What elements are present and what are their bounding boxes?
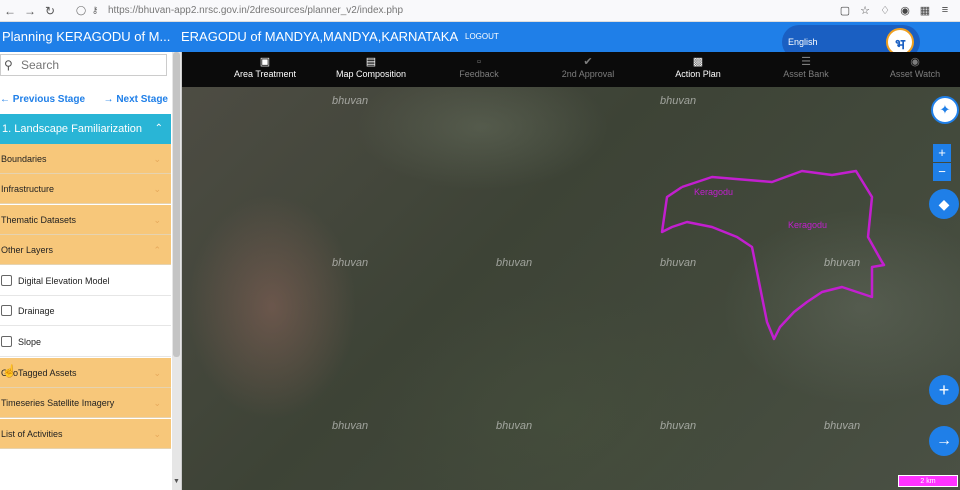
layer-group-timeseries-imagery[interactable]: Timeseries Satellite Imagery ⌄: [0, 388, 171, 418]
second-approval-button[interactable]: ✔ 2nd Approval: [556, 55, 620, 85]
area-treatment-button[interactable]: ▣ Area Treatment: [230, 55, 300, 85]
asset-bank-button[interactable]: ☰ Asset Bank: [776, 55, 836, 85]
address-bar[interactable]: ◯ ⚷ https://bhuvan-app2.nrsc.gov.in/2dre…: [74, 2, 714, 20]
layer-group-other-layers[interactable]: Other Layers ⌃: [0, 235, 171, 265]
back-arrow-icon[interactable]: ←: [0, 4, 20, 18]
layer-group-list-of-activities[interactable]: List of Activities ⌄: [0, 419, 171, 449]
layer-drainage[interactable]: Drainage: [0, 296, 171, 326]
zoom-out-button[interactable]: −: [933, 163, 951, 181]
layer-checkbox[interactable]: [1, 275, 12, 286]
layer-group-boundaries[interactable]: Boundaries ⌄: [0, 144, 171, 174]
menu-icon[interactable]: ≡: [938, 4, 952, 17]
zoom-in-button[interactable]: +: [933, 144, 951, 162]
satellite-map[interactable]: bhuvan bhuvan bhuvan bhuvan bhuvan bhuva…: [182, 87, 960, 490]
reader-view-icon[interactable]: ▢: [838, 4, 852, 17]
sidebar-scrollbar[interactable]: ▼: [172, 52, 181, 490]
chat-icon: ▫: [477, 56, 481, 68]
scale-bar: 2 km: [898, 475, 958, 487]
layers-icon[interactable]: ◆: [929, 189, 959, 219]
chevron-down-icon: ⌄: [153, 398, 161, 408]
chevron-down-icon: ⌄: [153, 184, 161, 194]
sidebar: ⚲ ← Previous Stage → Next Stage 1. Lands…: [0, 52, 182, 490]
search-box: ⚲: [0, 54, 167, 76]
feedback-button[interactable]: ▫ Feedback: [454, 55, 504, 85]
compass-icon[interactable]: ✦: [931, 96, 959, 124]
chevron-up-icon: ⌃: [154, 123, 163, 134]
browser-toolbar: ← → ↻ ◯ ⚷ https://bhuvan-app2.nrsc.gov.i…: [0, 0, 960, 22]
save-icon: ▩: [692, 56, 704, 68]
section-landscape-familiarization[interactable]: 1. Landscape Familiarization ⌃: [0, 114, 171, 144]
chevron-down-icon: ⌄: [153, 368, 161, 378]
layer-checkbox[interactable]: [1, 305, 12, 316]
boundary-label: Keragodu: [788, 220, 827, 230]
main-toolbar: ▣ Area Treatment ▤ Map Composition ▫ Fee…: [182, 52, 960, 87]
previous-stage-link[interactable]: ← Previous Stage: [0, 94, 85, 105]
layer-group-infrastructure[interactable]: Infrastructure ⌄: [0, 174, 171, 204]
plus-box-icon: ▣: [259, 56, 271, 68]
asset-bank-icon: ☰: [801, 56, 811, 68]
pocket-icon[interactable]: ♢: [878, 4, 892, 17]
chevron-up-icon: ⌃: [153, 245, 161, 255]
map-composition-button[interactable]: ▤ Map Composition: [334, 55, 408, 85]
boundary-label: Keragodu: [694, 187, 733, 197]
map-icon: ▤: [365, 56, 377, 68]
search-input[interactable]: [21, 57, 161, 73]
account-icon[interactable]: ◉: [898, 4, 912, 17]
stage-navigation: ← Previous Stage → Next Stage: [0, 92, 172, 108]
reload-icon[interactable]: ↻: [40, 4, 60, 18]
mouse-cursor-icon: ☝: [2, 364, 17, 378]
layer-group-thematic-datasets[interactable]: Thematic Datasets ⌄: [0, 205, 171, 235]
layer-slope[interactable]: Slope: [0, 327, 171, 357]
add-feature-button[interactable]: +: [929, 375, 959, 405]
search-icon: ⚲: [4, 58, 13, 72]
layer-group-geotagged-assets[interactable]: GeoTagged Assets ⌄: [0, 358, 171, 388]
forward-arrow-icon[interactable]: →: [20, 4, 40, 18]
check-circle-icon: ✔: [583, 56, 593, 68]
logout-link[interactable]: LOGOUT: [465, 32, 499, 41]
page-title: Planning KERAGODU of M...: [2, 29, 171, 44]
next-arrow-button[interactable]: →: [929, 426, 959, 456]
language-label: English: [788, 37, 818, 47]
lock-icon: ⚷: [91, 5, 99, 15]
chevron-down-icon: ⌄: [153, 215, 161, 225]
next-stage-link[interactable]: → Next Stage: [104, 94, 168, 105]
browser-tools: ▢ ☆ ♢ ◉ ▦ ≡: [838, 4, 960, 17]
bookmark-star-icon[interactable]: ☆: [858, 4, 872, 17]
extensions-icon[interactable]: ▦: [918, 4, 932, 17]
chevron-down-icon: ⌄: [153, 154, 161, 164]
layer-checkbox[interactable]: [1, 336, 12, 347]
location-subtitle: ERAGODU of MANDYA,MANDYA,KARNATAKA: [181, 29, 459, 44]
shield-icon: ◯: [75, 5, 87, 15]
eye-icon: ◉: [910, 56, 920, 68]
asset-watch-button[interactable]: ◉ Asset Watch: [882, 55, 948, 85]
scrollbar-thumb[interactable]: [173, 52, 180, 357]
layer-digital-elevation-model[interactable]: Digital Elevation Model: [0, 266, 171, 296]
village-boundary-layer: Keragodu Keragodu: [660, 169, 886, 341]
chevron-down-icon: ⌄: [153, 429, 161, 439]
url-text[interactable]: https://bhuvan-app2.nrsc.gov.in/2dresour…: [108, 5, 403, 16]
action-plan-button[interactable]: ▩ Action Plan: [670, 55, 726, 85]
scroll-down-icon[interactable]: ▼: [173, 478, 180, 488]
